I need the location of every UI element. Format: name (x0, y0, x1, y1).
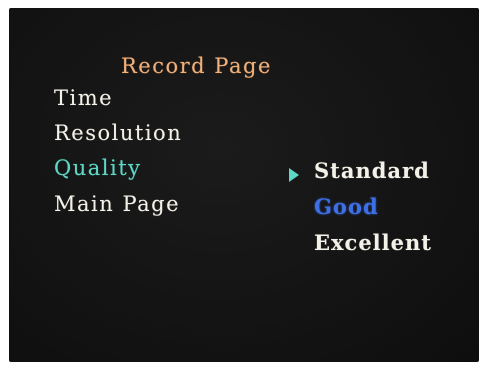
monitor-frame: Record Page Time Resolution Quality Main… (0, 0, 488, 369)
quality-option-standard[interactable]: Standard (314, 158, 430, 183)
menu-title: Record Page (121, 54, 272, 78)
triangle-right-icon (289, 168, 299, 182)
osd-screen: Record Page Time Resolution Quality Main… (9, 8, 479, 362)
menu-item-main-page[interactable]: Main Page (54, 192, 180, 216)
menu-item-quality[interactable]: Quality (54, 156, 142, 180)
menu-item-resolution[interactable]: Resolution (54, 121, 182, 145)
menu-item-time[interactable]: Time (54, 86, 113, 110)
quality-option-excellent[interactable]: Excellent (314, 230, 432, 255)
quality-option-good[interactable]: Good (314, 194, 379, 219)
